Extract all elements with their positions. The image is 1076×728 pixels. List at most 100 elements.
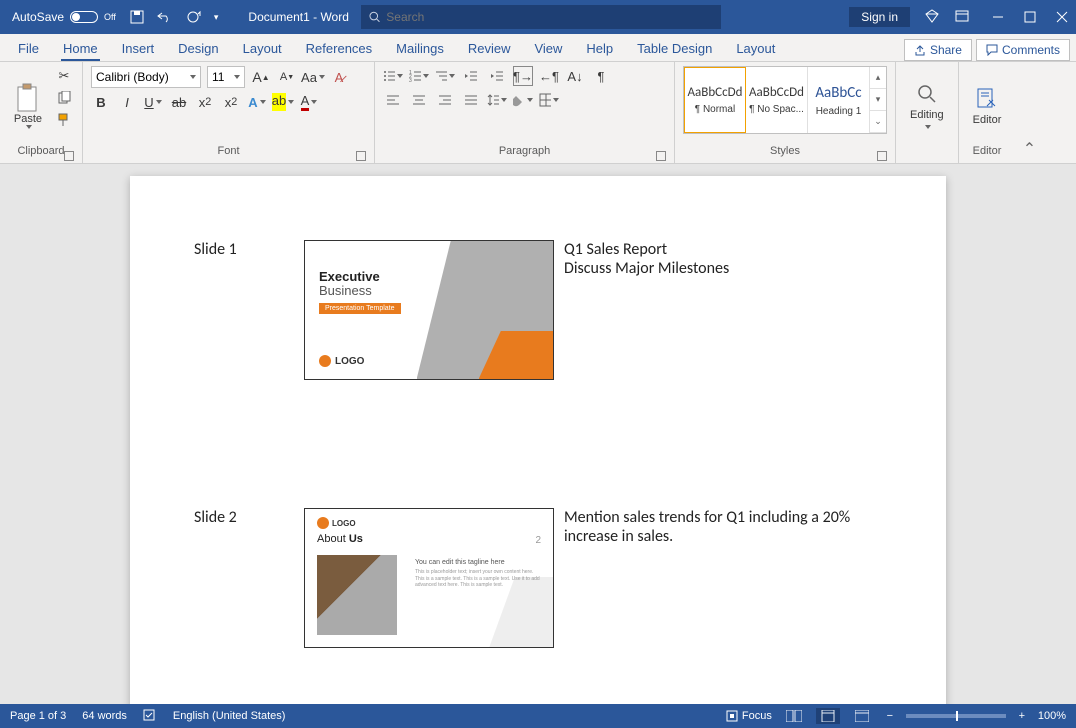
web-layout-icon[interactable] — [850, 708, 874, 724]
tab-view[interactable]: View — [522, 36, 574, 61]
editing-button[interactable]: Editing — [904, 79, 950, 133]
tab-help[interactable]: Help — [574, 36, 625, 61]
editor-button[interactable]: Editor — [967, 82, 1008, 130]
tab-review[interactable]: Review — [456, 36, 523, 61]
group-font: Calibri (Body) 11 A▲ A▼ Aa A̷ B I U ab x… — [83, 62, 375, 163]
grow-font-icon[interactable]: A▲ — [251, 67, 271, 87]
decrease-indent-icon[interactable] — [461, 66, 481, 86]
word-count[interactable]: 64 words — [82, 710, 127, 722]
zoom-slider[interactable] — [906, 714, 1006, 718]
tab-home[interactable]: Home — [51, 36, 110, 61]
tab-file[interactable]: File — [6, 36, 51, 61]
qat-dropdown-icon[interactable]: ▾ — [214, 12, 219, 23]
copy-icon[interactable] — [54, 88, 74, 108]
redo-icon[interactable] — [186, 10, 202, 24]
align-center-icon[interactable] — [409, 90, 429, 110]
ltr-icon[interactable]: ¶→ — [513, 66, 533, 86]
logo-icon — [319, 355, 331, 367]
ribbon-mode-icon[interactable] — [954, 8, 970, 27]
styles-gallery[interactable]: AaBbCcDd¶ Normal AaBbCcDd¶ No Spac... Aa… — [683, 66, 887, 134]
multilevel-icon[interactable] — [435, 66, 455, 86]
tab-design[interactable]: Design — [166, 36, 230, 61]
justify-icon[interactable] — [461, 90, 481, 110]
search-icon — [369, 11, 380, 23]
italic-icon[interactable]: I — [117, 92, 137, 112]
tab-mailings[interactable]: Mailings — [384, 36, 456, 61]
tab-table-design[interactable]: Table Design — [625, 36, 724, 61]
strike-icon[interactable]: ab — [169, 92, 189, 112]
group-styles: AaBbCcDd¶ Normal AaBbCcDd¶ No Spac... Aa… — [675, 62, 896, 163]
focus-button[interactable]: Focus — [726, 710, 772, 722]
close-icon[interactable] — [1056, 11, 1068, 23]
signin-button[interactable]: Sign in — [849, 7, 910, 27]
clipboard-dialog-icon[interactable] — [64, 151, 74, 161]
rtl-icon[interactable]: ←¶ — [539, 66, 559, 86]
save-icon[interactable] — [130, 10, 144, 24]
superscript-icon[interactable]: x2 — [221, 92, 241, 112]
increase-indent-icon[interactable] — [487, 66, 507, 86]
minimize-icon[interactable] — [992, 11, 1004, 23]
print-layout-icon[interactable] — [816, 708, 840, 724]
maximize-icon[interactable] — [1024, 11, 1036, 23]
shading-icon[interactable] — [513, 90, 533, 110]
find-icon — [916, 83, 938, 105]
tab-references[interactable]: References — [294, 36, 384, 61]
text-effects-icon[interactable]: A — [247, 92, 267, 112]
sort-icon[interactable]: A↓ — [565, 66, 585, 86]
document-area[interactable]: Slide 1 Executive Business Presentation … — [0, 164, 1076, 704]
group-clipboard-label: Clipboard — [17, 145, 64, 157]
numbering-icon[interactable]: 123 — [409, 66, 429, 86]
comments-button[interactable]: Comments — [976, 39, 1070, 61]
align-right-icon[interactable] — [435, 90, 455, 110]
tab-layout[interactable]: Layout — [231, 36, 294, 61]
autosave-toggle[interactable]: AutoSave Off — [12, 10, 116, 24]
clear-format-icon[interactable]: A̷ — [329, 67, 349, 87]
font-family-combo[interactable]: Calibri (Body) — [91, 66, 201, 88]
group-clipboard: Paste ✂ Clipboard — [0, 62, 83, 163]
change-case-icon[interactable]: Aa — [303, 67, 323, 87]
language-status[interactable]: English (United States) — [173, 710, 286, 722]
diamond-icon[interactable] — [924, 8, 940, 27]
style-no-spacing[interactable]: AaBbCcDd¶ No Spac... — [746, 67, 808, 133]
collapse-ribbon-icon[interactable]: ⌃ — [1023, 139, 1036, 159]
notes-cell[interactable]: Q1 Sales Report Discuss Major Milestones — [560, 236, 886, 384]
share-button[interactable]: Share — [904, 39, 972, 61]
bullets-icon[interactable] — [383, 66, 403, 86]
format-painter-icon[interactable] — [54, 110, 74, 130]
font-dialog-icon[interactable] — [356, 151, 366, 161]
tab-insert[interactable]: Insert — [110, 36, 167, 61]
paragraph-dialog-icon[interactable] — [656, 151, 666, 161]
borders-icon[interactable] — [539, 90, 559, 110]
zoom-in-icon[interactable]: + — [1016, 710, 1028, 722]
font-size-combo[interactable]: 11 — [207, 66, 245, 88]
cut-icon[interactable]: ✂ — [54, 66, 74, 86]
font-color-icon[interactable]: A — [299, 92, 319, 112]
undo-icon[interactable] — [156, 10, 174, 24]
search-box[interactable] — [361, 5, 721, 29]
style-heading1[interactable]: AaBbCcHeading 1 — [808, 67, 870, 133]
show-marks-icon[interactable]: ¶ — [591, 66, 611, 86]
titlebar-right: Sign in — [849, 7, 1068, 27]
zoom-out-icon[interactable]: − — [884, 710, 896, 722]
page-status[interactable]: Page 1 of 3 — [10, 710, 66, 722]
proofing-icon[interactable] — [143, 708, 157, 725]
bold-icon[interactable]: B — [91, 92, 111, 112]
zoom-value[interactable]: 100% — [1038, 710, 1066, 722]
styles-dialog-icon[interactable] — [877, 151, 887, 161]
line-spacing-icon[interactable] — [487, 90, 507, 110]
editing-label: Editing — [910, 109, 944, 121]
autosave-switch[interactable] — [70, 11, 98, 23]
paste-button[interactable]: Paste — [8, 66, 48, 145]
subscript-icon[interactable]: x2 — [195, 92, 215, 112]
notes-cell[interactable]: Mention sales trends for Q1 including a … — [560, 504, 886, 652]
tab-table-layout[interactable]: Layout — [724, 36, 787, 61]
highlight-icon[interactable]: ab — [273, 92, 293, 112]
styles-expand[interactable]: ▴▾⌄ — [870, 67, 886, 133]
autosave-state: Off — [104, 12, 116, 22]
underline-icon[interactable]: U — [143, 92, 163, 112]
shrink-font-icon[interactable]: A▼ — [277, 67, 297, 87]
search-input[interactable] — [386, 10, 713, 24]
read-mode-icon[interactable] — [782, 708, 806, 724]
align-left-icon[interactable] — [383, 90, 403, 110]
style-normal[interactable]: AaBbCcDd¶ Normal — [684, 67, 746, 133]
